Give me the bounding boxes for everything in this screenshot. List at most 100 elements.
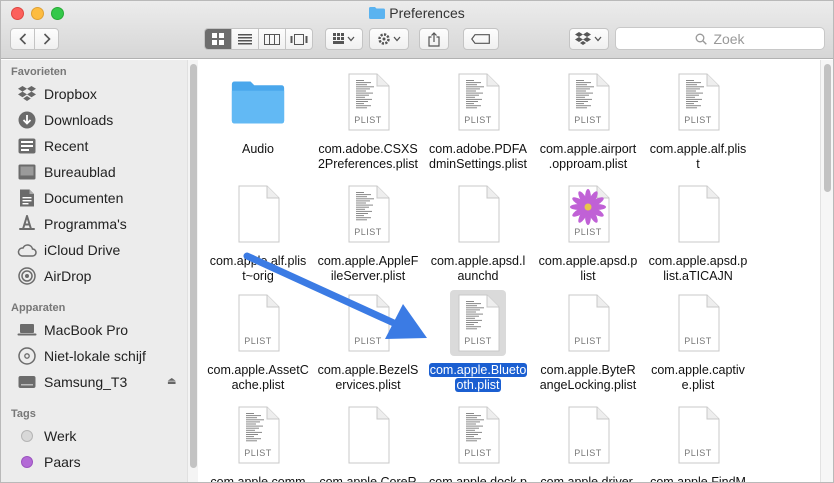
file-item[interactable]: PLIST com.adobe.PDFA dminSettings.plist (423, 65, 533, 171)
folder-icon (230, 69, 286, 135)
file-item[interactable]: PLIST com.apple.AssetC ache.plist (203, 286, 313, 392)
action-button[interactable] (369, 28, 409, 50)
file-thumbnail (346, 406, 390, 464)
plist-file-icon: PLIST (670, 69, 726, 135)
file-thumbnail: PLIST (566, 185, 610, 243)
file-thumbnail: PLIST (236, 406, 280, 464)
gallery-icon (290, 33, 308, 45)
file-item[interactable]: PLIST com.apple.AppleF ileServer.plist (313, 177, 423, 283)
dropbox-icon (575, 32, 602, 45)
finder-window: Preferences Zoek Favorieten Dropbox Down… (0, 0, 834, 483)
cloud-icon (17, 240, 37, 260)
sidebar-item-downloads[interactable]: Downloads (17, 109, 182, 131)
file-name: com.apple.dock.p (423, 475, 533, 482)
file-thumbnail: PLIST (346, 294, 390, 352)
sidebar-item-icloud-drive[interactable]: iCloud Drive (17, 239, 182, 261)
download-icon (17, 110, 37, 130)
file-item[interactable]: Audio (203, 65, 313, 171)
file-name-line: 2Preferences.plist (317, 157, 419, 171)
back-button[interactable] (10, 28, 35, 50)
sidebar-item-airdrop[interactable]: AirDrop (17, 265, 182, 287)
file-item[interactable]: PLIST com.apple.Blueto oth.plist (423, 286, 533, 392)
list-view-button[interactable] (232, 29, 259, 49)
sidebar-item-dropbox[interactable]: Dropbox (17, 83, 182, 105)
blank-file-icon (670, 181, 726, 247)
file-name: com.apple.driver. (533, 475, 643, 482)
sidebar-item-macbook-pro[interactable]: MacBook Pro (17, 319, 182, 341)
content-scrollbar[interactable] (820, 60, 833, 482)
sidebar-item-label: iCloud Drive (44, 242, 121, 258)
file-name-line: oth.plist (455, 378, 501, 392)
file-name-line: com.apple.airport (539, 142, 637, 156)
file-item[interactable]: com.apple.alf.plis t~orig (203, 177, 313, 283)
eject-icon[interactable]: ⏏ (167, 376, 176, 387)
grid-icon (212, 33, 224, 45)
file-name-line: .opproam.plist (548, 157, 628, 171)
file-item[interactable]: PLIST com.apple.airport .opproam.plist (533, 65, 643, 171)
chevron-right-icon (43, 33, 51, 45)
icon-view-button[interactable] (205, 29, 232, 49)
plist-file-icon: PLIST (670, 402, 726, 468)
forward-button[interactable] (34, 28, 59, 50)
file-name: com.apple.apsd.p list.aTICAJN (643, 254, 753, 284)
file-name: com.apple.ByteR angeLocking.plist (533, 363, 643, 393)
file-name-line: com.apple.apsd.p (538, 254, 638, 268)
sidebar-item-label: Paars (44, 454, 81, 470)
sidebar-item-label: Dropbox (44, 86, 97, 102)
sidebar: Favorieten Dropbox Downloads Recent Bure… (1, 60, 198, 482)
file-item[interactable]: PLIST com.adobe.CSXS 2Preferences.plist (313, 65, 423, 171)
chevron-left-icon (18, 33, 26, 45)
file-item[interactable]: com.apple.apsd.p list.aTICAJN (643, 177, 753, 283)
sidebar-item-recent[interactable]: Recent (17, 135, 182, 157)
plist-type-label: PLIST (574, 115, 602, 125)
file-item[interactable]: com.apple.CoreR (313, 398, 423, 482)
sidebar-item-applications[interactable]: Programma's (17, 213, 182, 235)
file-thumbnail: PLIST (346, 73, 390, 131)
file-thumbnail: PLIST (566, 406, 610, 464)
sidebar-item-remote-disc[interactable]: Niet-lokale schijf (17, 345, 182, 367)
window-title: Preferences (1, 5, 833, 21)
sidebar-item-tag-werk[interactable]: Werk (17, 425, 182, 447)
sidebar-item-samsung-t3[interactable]: Samsung_T3 (17, 371, 182, 393)
sidebar-item-tag-paars[interactable]: Paars (17, 451, 182, 473)
file-name-line: com.apple.alf.plis (649, 142, 747, 156)
file-item[interactable]: PLIST com.apple.dock.p (423, 398, 533, 482)
dropbox-menu-button[interactable] (569, 28, 609, 50)
file-thumbnail (236, 185, 280, 243)
file-item[interactable]: PLIST com.apple.driver. (533, 398, 643, 482)
sidebar-item-documents[interactable]: Documenten (17, 187, 182, 209)
file-thumbnail: PLIST (676, 406, 720, 464)
tags-button[interactable] (463, 28, 499, 50)
file-item[interactable]: PLIST com.apple.apsd.p list (533, 177, 643, 283)
file-item[interactable]: com.apple.apsd.l aunchd (423, 177, 533, 283)
tag-dot-werk (21, 430, 33, 442)
sidebar-item-label: AirDrop (44, 268, 92, 284)
disc-icon (17, 346, 37, 366)
file-item[interactable]: PLIST com.apple.alf.plis t (643, 65, 753, 171)
gallery-view-button[interactable] (286, 29, 312, 49)
file-name: com.apple.alf.plis t~orig (203, 254, 313, 284)
sidebar-item-desktop[interactable]: Bureaublad (17, 161, 182, 183)
search-field[interactable]: Zoek (615, 27, 825, 50)
column-view-button[interactable] (259, 29, 286, 49)
tag-color-icon (17, 452, 37, 472)
share-button[interactable] (419, 28, 449, 50)
file-item[interactable]: PLIST com.apple.FindM (643, 398, 753, 483)
content-scrollbar-thumb[interactable] (824, 64, 831, 192)
file-item[interactable]: PLIST com.apple.comm (203, 398, 313, 482)
file-name: Audio (203, 142, 313, 157)
sidebar-scrollbar-thumb[interactable] (190, 64, 197, 468)
arrange-button[interactable] (325, 28, 363, 50)
file-item[interactable]: PLIST com.apple.captiv e.plist (643, 286, 753, 392)
file-name-line: com.apple.FindM (650, 475, 746, 483)
file-thumbnail: PLIST (456, 294, 500, 352)
file-item[interactable]: PLIST com.apple.ByteR angeLocking.plist (533, 286, 643, 392)
file-name-line: t (696, 157, 700, 171)
tag-dot-paars (21, 456, 33, 468)
title-bar: Preferences Zoek (1, 1, 833, 59)
file-thumbnail: PLIST (346, 185, 390, 243)
file-thumbnail: PLIST (456, 73, 500, 131)
sidebar-scrollbar[interactable] (187, 60, 198, 482)
file-item[interactable]: PLIST com.apple.BezelS ervices.plist (313, 286, 423, 392)
file-name-line: aunchd (457, 269, 499, 283)
